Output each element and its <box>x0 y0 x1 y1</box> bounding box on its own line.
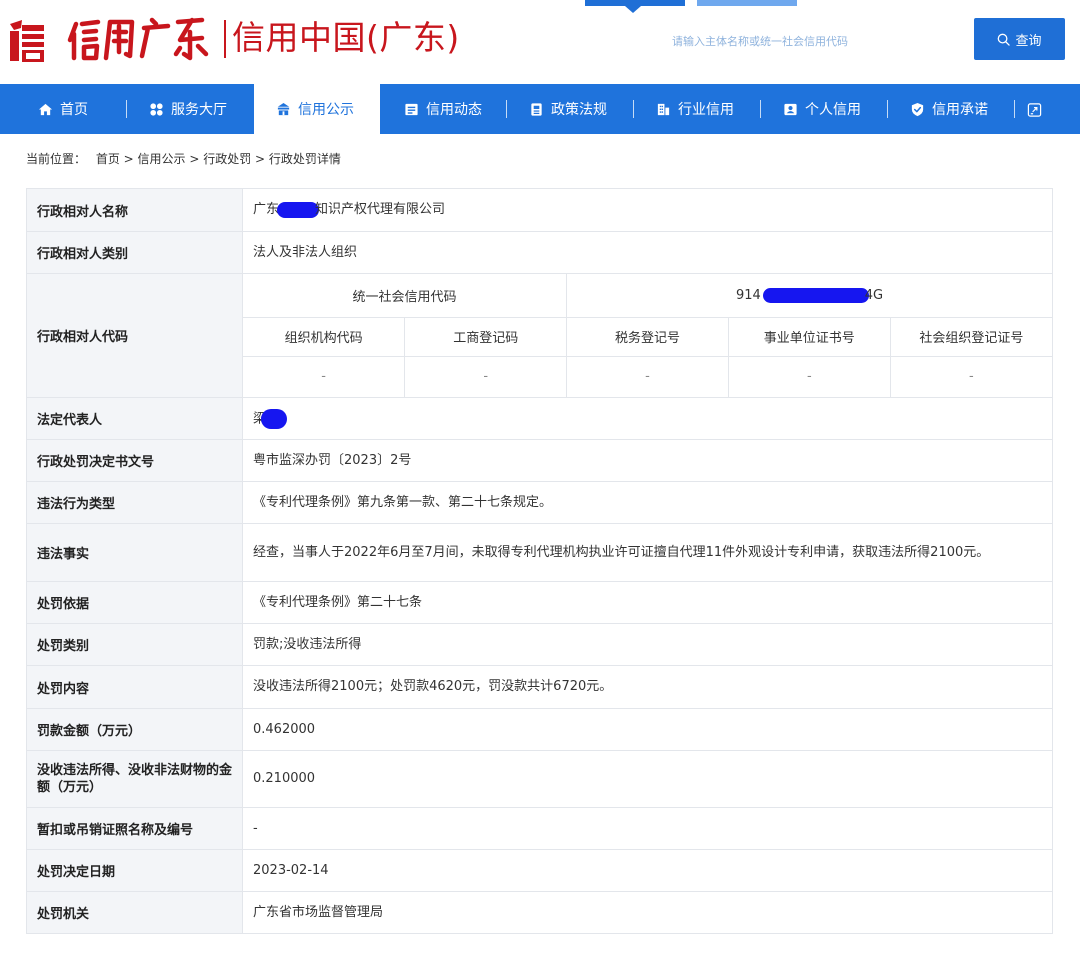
podium-icon <box>276 102 291 117</box>
table-row: 行政处罚决定书文号 粤市监深办罚〔2023〕2号 <box>26 439 1053 482</box>
row-label: 处罚决定日期 <box>26 849 243 892</box>
row-label: 行政相对人代码 <box>26 273 243 398</box>
penalty-detail-table: 行政相对人名称 广东 知识产权代理有限公司 行政相对人类别 法人及非法人组织 行政… <box>26 188 1053 934</box>
nav-item-credit-news[interactable]: 信用动态 <box>380 84 506 134</box>
breadcrumb: 当前位置： 首页 > 信用公示 > 行政处罚 > 行政处罚详情 <box>26 150 341 167</box>
row-value: - <box>242 807 1053 850</box>
row-value: 粤市监深办罚〔2023〕2号 <box>242 439 1053 482</box>
code-subtable-cell: 统一社会信用代码 914 4G 组织机构代码 工商登记码 税务登记号 事业单位证书… <box>242 273 1053 398</box>
row-value: 0.210000 <box>242 750 1053 808</box>
row-label: 法定代表人 <box>26 397 243 440</box>
search-button-label: 查询 <box>1015 33 1042 49</box>
breadcrumb-prefix: 当前位置： <box>26 152 87 166</box>
nav-item-service-hall[interactable]: 服务大厅 <box>127 84 254 134</box>
row-value: 《专利代理条例》第二十七条 <box>242 581 1053 624</box>
code-header-row: 组织机构代码 工商登记码 税务登记号 事业单位证书号 社会组织登记证号 <box>243 317 1052 357</box>
row-label: 暂扣或吊销证照名称及编号 <box>26 807 243 850</box>
main-nav: 首页 服务大厅 信用公示 信用动态 政策法规 行业信用 个人信用 信用承诺 <box>0 84 1080 134</box>
nav-item-policy[interactable]: 政策法规 <box>507 84 633 134</box>
row-value: 2023-02-14 <box>242 849 1053 892</box>
code-header: 组织机构代码 <box>243 317 405 357</box>
table-row: 处罚内容 没收违法所得2100元；处罚款4620元，罚没款共计6720元。 <box>26 665 1053 709</box>
row-label: 违法事实 <box>26 523 243 582</box>
site-header: 信用中国(广东) 查询 <box>0 0 1080 84</box>
table-row: 没收违法所得、没收非法财物的金额（万元） 0.210000 <box>26 750 1053 808</box>
table-row: 行政相对人名称 广东 知识产权代理有限公司 <box>26 188 1053 232</box>
table-row: 违法行为类型 《专利代理条例》第九条第一款、第二十七条规定。 <box>26 481 1053 524</box>
uscc-row: 统一社会信用代码 914 4G <box>243 274 1052 318</box>
table-row: 处罚机关 广东省市场监督管理局 <box>26 891 1053 934</box>
code-subtable: 统一社会信用代码 914 4G 组织机构代码 工商登记码 税务登记号 事业单位证书… <box>243 274 1052 397</box>
nav-item-home[interactable]: 首页 <box>0 84 126 134</box>
nav-item-industry-credit[interactable]: 行业信用 <box>634 84 760 134</box>
redaction-mark <box>762 287 869 303</box>
code-value: - <box>321 369 326 385</box>
redaction-mark <box>277 201 320 218</box>
code-value-row: - - - - - <box>243 356 1052 397</box>
uscc-label: 统一社会信用代码 <box>243 274 567 318</box>
search-button[interactable]: 查询 <box>974 18 1065 60</box>
row-label: 处罚内容 <box>26 665 243 709</box>
table-row: 法定代表人 梁 <box>26 397 1053 440</box>
nav-item-credit-commitment[interactable]: 信用承诺 <box>888 84 1014 134</box>
code-value: - <box>404 356 567 397</box>
table-row: 行政相对人类别 法人及非法人组织 <box>26 231 1053 274</box>
home-icon <box>38 102 53 117</box>
code-header: 工商登记码 <box>404 317 567 357</box>
legal-rep-value: 梁 <box>242 397 1053 440</box>
top-tab-secondary[interactable] <box>697 0 797 6</box>
table-row: 处罚依据 《专利代理条例》第二十七条 <box>26 581 1053 624</box>
building-icon <box>656 102 671 117</box>
nav-item-credit-disclosure[interactable]: 信用公示 <box>254 84 380 134</box>
tab-pointer <box>625 6 641 13</box>
row-label: 没收违法所得、没收非法财物的金额（万元） <box>26 750 243 808</box>
table-row: 处罚决定日期 2023-02-14 <box>26 849 1053 892</box>
news-icon <box>404 102 419 117</box>
row-label: 行政相对人类别 <box>26 231 243 274</box>
entity-name-value: 广东 知识产权代理有限公司 <box>242 188 1053 232</box>
row-value: 0.462000 <box>242 708 1053 751</box>
row-value: 广东省市场监督管理局 <box>242 891 1053 934</box>
row-label: 行政相对人名称 <box>26 188 243 232</box>
row-value: 没收违法所得2100元；处罚款4620元，罚没款共计6720元。 <box>242 665 1053 709</box>
row-label: 处罚依据 <box>26 581 243 624</box>
row-label: 行政处罚决定书文号 <box>26 439 243 482</box>
row-value: 经查，当事人于2022年6月至7月间，未取得专利代理机构执业许可证擅自代理11件… <box>242 523 1053 582</box>
table-row: 违法事实 经查，当事人于2022年6月至7月间，未取得专利代理机构执业许可证擅自… <box>26 523 1053 582</box>
uscc-value: 914 4G <box>566 274 1052 318</box>
grid-icon <box>149 102 164 117</box>
row-label: 处罚类别 <box>26 623 243 666</box>
row-label: 处罚机关 <box>26 891 243 934</box>
table-row: 暂扣或吊销证照名称及编号 - <box>26 807 1053 850</box>
document-icon <box>529 102 544 117</box>
breadcrumb-path[interactable]: 首页 > 信用公示 > 行政处罚 > 行政处罚详情 <box>96 152 341 166</box>
shield-check-icon <box>910 102 925 117</box>
code-header: 社会组织登记证号 <box>889 317 1052 357</box>
nav-item-personal-credit[interactable]: 个人信用 <box>761 84 887 134</box>
row-label: 罚款金额（万元） <box>26 708 243 751</box>
search-input[interactable] <box>560 23 960 59</box>
table-row: 行政相对人代码 统一社会信用代码 914 4G 组织机构代码 工商登记码 税务登记… <box>26 273 1053 398</box>
row-value: 法人及非法人组织 <box>242 231 1053 274</box>
redaction-mark <box>261 408 288 429</box>
code-value: - <box>566 356 729 397</box>
id-card-icon <box>783 102 798 117</box>
row-value: 罚款;没收违法所得 <box>242 623 1053 666</box>
code-value: - <box>889 356 1052 397</box>
table-row: 罚款金额（万元） 0.462000 <box>26 708 1053 751</box>
nav-item-external[interactable] <box>1015 84 1055 134</box>
logo-script-text[interactable] <box>66 14 214 64</box>
code-header: 事业单位证书号 <box>727 317 891 357</box>
row-value: 《专利代理条例》第九条第一款、第二十七条规定。 <box>242 481 1053 524</box>
row-label: 违法行为类型 <box>26 481 243 524</box>
logo-divider <box>224 20 226 58</box>
code-value: - <box>727 356 891 397</box>
logo-subtitle[interactable]: 信用中国(广东) <box>232 14 460 62</box>
search-icon <box>998 33 1011 46</box>
code-header: 税务登记号 <box>566 317 729 357</box>
table-row: 处罚类别 罚款;没收违法所得 <box>26 623 1053 666</box>
logo-seal-icon[interactable] <box>6 18 48 64</box>
external-link-icon <box>1027 102 1042 117</box>
